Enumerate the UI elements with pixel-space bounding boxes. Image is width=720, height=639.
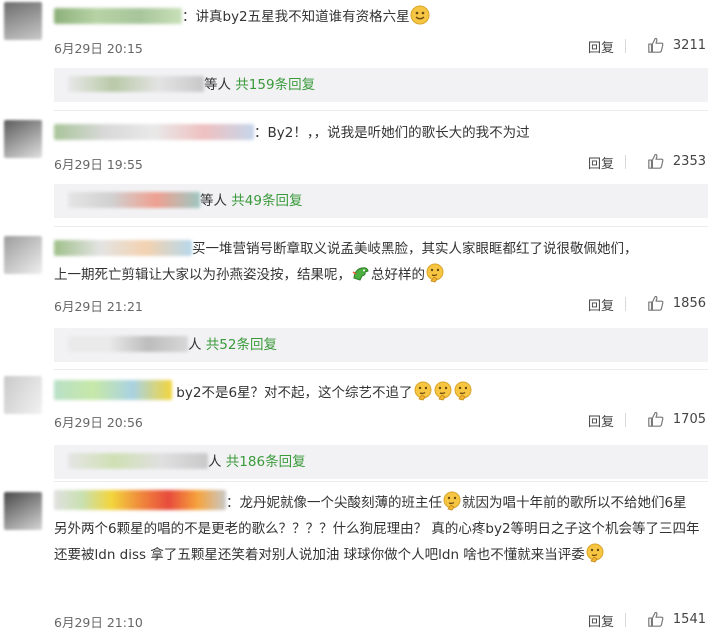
timestamp: 6月29日 21:21 xyxy=(54,299,143,314)
divider xyxy=(625,613,626,627)
thinking-emoji-icon xyxy=(453,381,473,401)
reply-users-blurred xyxy=(68,76,204,92)
divider xyxy=(54,226,708,227)
comment-text: ：讲真by2五星我不知道谁有资格六星 xyxy=(54,4,702,30)
thumbs-up-icon xyxy=(648,153,664,169)
like-count: 1541 xyxy=(672,611,706,627)
sub-suffix: 人 xyxy=(188,337,202,353)
reply-count-link[interactable]: 共52条回复 xyxy=(206,337,277,353)
username-blurred[interactable] xyxy=(54,380,172,400)
reply-users-blurred xyxy=(68,453,208,469)
comment-meta: 6月29日 20:15 回复 3211 xyxy=(54,36,706,57)
thumbs-up-icon xyxy=(648,295,664,311)
comment-meta: 6月29日 19:55 回复 2353 xyxy=(54,152,706,173)
username-blurred[interactable] xyxy=(54,124,254,140)
comment-text: by2不是6星？对不起，这个综艺不追了 xyxy=(54,380,702,406)
reply-count-link[interactable]: 共159条回复 xyxy=(235,77,315,93)
sub-suffix: 等人 xyxy=(204,77,231,93)
divider xyxy=(54,481,708,482)
sub-replies-box[interactable]: 等人 共49条回复 xyxy=(54,184,708,218)
like-count: 2353 xyxy=(672,153,706,169)
comment-text: ：龙丹妮就像一个尖酸刻薄的班主任 就因为唱十年前的歌所以不给她们6星 另外两个6颗… xyxy=(54,490,702,568)
like-button[interactable]: 1856 xyxy=(647,294,706,312)
thinking-emoji-icon xyxy=(433,381,453,401)
divider xyxy=(625,39,626,53)
avatar[interactable] xyxy=(4,2,42,40)
thumbs-up-icon xyxy=(648,37,664,53)
thinking-emoji-icon xyxy=(425,263,445,283)
comment-body-line1: 买一堆营销号断章取义说孟美岐黑脸，其实人家眼眶都红了说很敬佩她们， xyxy=(192,241,638,257)
comment-body: ：龙丹妮就像一个尖酸刻薄的班主任 xyxy=(226,495,442,511)
like-button[interactable]: 3211 xyxy=(647,36,706,54)
username-blurred[interactable] xyxy=(54,240,192,256)
reply-button[interactable]: 回复 xyxy=(588,411,614,430)
comment-body-line2: 上一期死亡剪辑让大家以为孙燕姿没按，结果呢， xyxy=(54,267,351,283)
thinking-emoji-icon xyxy=(442,491,462,511)
sub-replies-box[interactable]: 人 共52条回复 xyxy=(54,328,708,362)
comment-body-line2b: 总好样的 xyxy=(371,267,425,283)
comment-meta: 6月29日 21:10 回复 1541 xyxy=(54,610,706,631)
timestamp: 6月29日 19:55 xyxy=(54,157,143,172)
timestamp: 6月29日 20:15 xyxy=(54,41,143,56)
username-blurred[interactable] xyxy=(54,8,182,24)
avatar[interactable] xyxy=(4,376,42,414)
comment-body: by2不是6星？对不起，这个综艺不追了 xyxy=(176,385,413,401)
sub-replies-box[interactable]: 等人 共159条回复 xyxy=(54,68,708,102)
timestamp: 6月29日 21:10 xyxy=(54,615,143,630)
reply-button[interactable]: 回复 xyxy=(588,153,614,172)
username-blurred[interactable] xyxy=(54,490,226,510)
thinking-emoji-icon xyxy=(585,543,605,563)
dragon-emoji-icon xyxy=(351,263,371,283)
like-count: 1705 xyxy=(672,411,706,427)
divider xyxy=(625,155,626,169)
reply-button[interactable]: 回复 xyxy=(588,295,614,314)
thinking-emoji-icon xyxy=(413,381,433,401)
divider xyxy=(625,413,626,427)
sub-suffix: 等人 xyxy=(200,193,227,209)
sub-replies-box[interactable]: 人 共186条回复 xyxy=(54,445,708,479)
like-button[interactable]: 2353 xyxy=(647,152,706,170)
reply-count-link[interactable]: 共186条回复 xyxy=(226,454,306,470)
reply-users-blurred xyxy=(68,336,188,352)
reply-button[interactable]: 回复 xyxy=(588,37,614,56)
avatar[interactable] xyxy=(4,236,42,274)
timestamp: 6月29日 20:56 xyxy=(54,415,143,430)
thumbs-up-icon xyxy=(648,611,664,627)
like-button[interactable]: 1541 xyxy=(647,610,706,628)
like-count: 3211 xyxy=(672,37,706,53)
reply-button[interactable]: 回复 xyxy=(588,611,614,630)
avatar[interactable] xyxy=(4,120,42,158)
divider xyxy=(54,110,708,111)
comment-text: ：By2！，，说我是听她们的歌长大的我不为过 xyxy=(54,120,702,146)
sub-suffix: 人 xyxy=(208,454,222,470)
comment-body: ：By2！，，说我是听她们的歌长大的我不为过 xyxy=(254,125,530,141)
comment-meta: 6月29日 21:21 回复 1856 xyxy=(54,294,706,315)
avatar[interactable] xyxy=(4,492,42,530)
reply-users-blurred xyxy=(68,192,200,208)
like-button[interactable]: 1705 xyxy=(647,410,706,428)
divider xyxy=(54,369,708,370)
like-count: 1856 xyxy=(672,295,706,311)
thumbs-up-icon xyxy=(648,411,664,427)
comment-text: 买一堆营销号断章取义说孟美岐黑脸，其实人家眼眶都红了说很敬佩她们， 上一期死亡剪… xyxy=(54,236,702,288)
divider xyxy=(625,297,626,311)
comment-body: ：讲真by2五星我不知道谁有资格六星 xyxy=(182,9,410,25)
smile-emoji-icon xyxy=(410,5,430,25)
comment-meta: 6月29日 20:56 回复 1705 xyxy=(54,410,706,431)
reply-count-link[interactable]: 共49条回复 xyxy=(231,193,302,209)
